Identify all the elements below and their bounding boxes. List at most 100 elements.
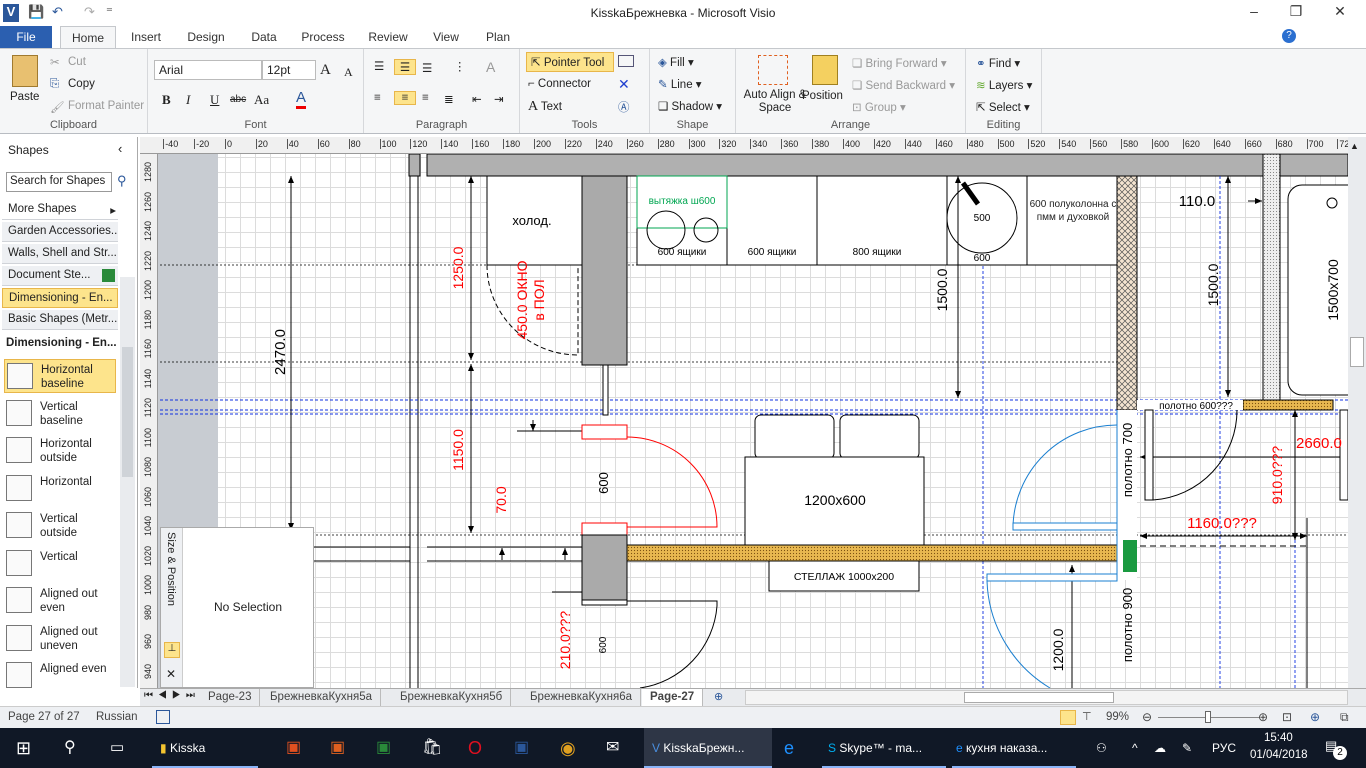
- page-tab[interactable]: Page-23: [200, 689, 261, 707]
- door-swing-600[interactable]: [1152, 409, 1238, 501]
- rotate-text-icon[interactable]: Ⓐ: [618, 99, 630, 115]
- word-icon[interactable]: ▣: [514, 728, 529, 768]
- format-painter-button[interactable]: Format Painter: [68, 100, 144, 112]
- language-indicator-tray[interactable]: РУС: [1212, 728, 1236, 768]
- align-right-icon[interactable]: ≡: [422, 92, 429, 104]
- taskbar-explorer[interactable]: ▮ Kisska: [152, 728, 258, 768]
- taskbar-ie[interactable]: e кухня наказа...: [952, 728, 1076, 768]
- shadow-button[interactable]: ❑ Shadow ▾: [658, 99, 722, 113]
- switch-windows-icon[interactable]: ⧉: [1340, 710, 1349, 725]
- scroll-thumb[interactable]: [122, 347, 133, 477]
- underline-button[interactable]: U: [210, 92, 219, 108]
- align-top-icon[interactable]: ☰: [374, 59, 384, 73]
- shape-item[interactable]: Horizontal: [4, 472, 116, 506]
- shape-item[interactable]: Aligned even: [4, 659, 116, 693]
- fill-button[interactable]: ◈ Fill ▾: [658, 55, 694, 69]
- search-shapes-input[interactable]: Search for Shapes: [6, 172, 112, 192]
- shape-item[interactable]: Horizontal outside: [4, 434, 116, 468]
- cut-button[interactable]: Cut: [68, 56, 86, 68]
- opera-icon[interactable]: O: [468, 728, 482, 768]
- decrease-indent-icon[interactable]: ⇤: [472, 92, 482, 106]
- mail-icon[interactable]: ✉: [606, 728, 619, 768]
- horizontal-scrollbar[interactable]: [745, 690, 1348, 705]
- store-icon[interactable]: 🛍: [422, 728, 442, 768]
- pen-icon[interactable]: ✎: [1182, 728, 1192, 768]
- onedrive-icon[interactable]: ☁: [1154, 728, 1166, 768]
- minimize-button[interactable]: –: [1234, 3, 1274, 19]
- copy-button[interactable]: Copy: [68, 78, 95, 90]
- macro-icon[interactable]: [156, 710, 170, 724]
- zoom-in-icon[interactable]: ⊕: [1258, 710, 1268, 724]
- vertical-scrollbar[interactable]: ▲: [1348, 137, 1366, 688]
- tab-plan[interactable]: Plan: [478, 26, 518, 48]
- task-view-icon[interactable]: ▭: [110, 728, 124, 768]
- align-middle-icon[interactable]: ☰: [394, 59, 416, 75]
- full-screen-icon[interactable]: [1060, 710, 1076, 725]
- position-icon[interactable]: [812, 55, 838, 85]
- maximize-button[interactable]: ❐: [1276, 3, 1316, 20]
- group-button[interactable]: ⊡ Group ▾: [852, 100, 906, 114]
- page-indicator[interactable]: Page 27 of 27: [8, 711, 80, 723]
- shape-item[interactable]: Vertical baseline: [4, 397, 116, 431]
- align-center-icon[interactable]: ≡: [394, 91, 416, 105]
- people-icon[interactable]: ⚇: [1096, 728, 1107, 768]
- zoom-level[interactable]: 99%: [1106, 711, 1129, 723]
- page-tab[interactable]: БрежневкаКухня6а: [522, 689, 642, 707]
- zoom-slider-thumb[interactable]: [1205, 711, 1211, 723]
- change-case-button[interactable]: Aa: [254, 92, 269, 108]
- rectangle-tool-icon[interactable]: [618, 55, 634, 67]
- align-left-icon[interactable]: ≡: [374, 92, 381, 104]
- auto-align-icon[interactable]: [758, 55, 788, 85]
- pointer-tool-button[interactable]: ⇱ Pointer Tool: [526, 52, 614, 72]
- powerpoint-icon[interactable]: ▣: [286, 728, 301, 768]
- stencil-dimensioning[interactable]: Dimensioning - En...: [2, 288, 118, 308]
- increase-indent-icon[interactable]: ⇥: [494, 92, 504, 106]
- chrome-icon[interactable]: ◉: [560, 728, 576, 768]
- tab-design[interactable]: Design: [180, 26, 232, 48]
- taskbar-visio[interactable]: V KisskaБрежн...: [644, 728, 772, 768]
- search-icon[interactable]: ⚲: [64, 728, 76, 768]
- cut-icon[interactable]: ✂: [50, 55, 60, 69]
- shape-item[interactable]: Vertical outside: [4, 509, 116, 543]
- connection-point-icon[interactable]: ✕: [618, 76, 630, 93]
- close-window-icon[interactable]: ✕: [166, 667, 176, 681]
- page-tab-active[interactable]: Page-27: [642, 689, 704, 707]
- lower-door-swing[interactable]: [627, 600, 718, 688]
- close-button[interactable]: ✕: [1320, 3, 1360, 20]
- clock-date[interactable]: 01/04/2018: [1250, 749, 1308, 761]
- strikethrough-button[interactable]: abc: [230, 94, 246, 105]
- layers-button[interactable]: ≋ Layers ▾: [976, 78, 1032, 92]
- tab-review[interactable]: Review: [362, 26, 414, 48]
- tab-file[interactable]: File: [0, 26, 52, 48]
- justify-icon[interactable]: ≣: [444, 92, 454, 106]
- tab-process[interactable]: Process: [296, 26, 350, 48]
- position-button[interactable]: Position: [802, 90, 843, 102]
- line-button[interactable]: ✎ Line ▾: [658, 77, 702, 91]
- bring-forward-button[interactable]: ❏ Bring Forward ▾: [852, 56, 947, 70]
- bold-button[interactable]: B: [162, 92, 171, 108]
- copy-icon[interactable]: ⎘: [50, 78, 59, 91]
- horizontal-scroll-thumb[interactable]: [964, 692, 1114, 703]
- edge-icon[interactable]: e: [784, 728, 794, 768]
- italic-button[interactable]: I: [186, 92, 190, 108]
- tab-data[interactable]: Data: [244, 26, 284, 48]
- fit-page-icon[interactable]: ⊡: [1282, 710, 1292, 724]
- blue-door-swing-700[interactable]: [1012, 424, 1118, 528]
- stencil-basic-shapes[interactable]: Basic Shapes (Metr...: [2, 310, 118, 330]
- scroll-up-icon[interactable]: ▲: [1350, 141, 1359, 151]
- insert-page-icon[interactable]: ⊕: [714, 690, 723, 703]
- tray-chevron-icon[interactable]: ^: [1132, 728, 1138, 768]
- page-tab[interactable]: БрежневкаКухня5б: [392, 689, 512, 707]
- shape-item[interactable]: Aligned out uneven: [4, 622, 116, 656]
- format-painter-icon[interactable]: 🖌: [50, 100, 65, 114]
- shrink-font-button[interactable]: A: [344, 65, 353, 80]
- stencil-garden[interactable]: Garden Accessories...: [2, 222, 118, 242]
- bullets-icon[interactable]: ⋮: [454, 59, 466, 73]
- size-position-titlebar[interactable]: Size & Position ⊥ ✕: [161, 528, 183, 687]
- select-button[interactable]: ⇱ Select ▾: [976, 100, 1030, 114]
- font-color-button[interactable]: A: [296, 89, 307, 109]
- windows-start-icon[interactable]: ⊞: [16, 728, 31, 768]
- excel-icon[interactable]: ▣: [376, 728, 391, 768]
- taskbar-skype[interactable]: S Skype™ - ma...: [822, 728, 946, 768]
- font-size-combo[interactable]: 12pt: [262, 60, 316, 80]
